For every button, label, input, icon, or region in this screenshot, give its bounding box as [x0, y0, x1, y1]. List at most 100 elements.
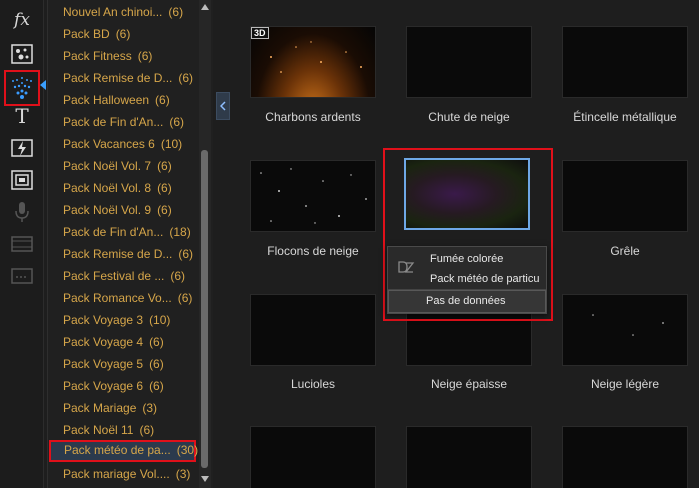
category-item[interactable]: Pack mariage Vol.... (3) [63, 464, 190, 484]
transition-icon[interactable] [6, 134, 38, 162]
category-label: Pack Voyage 4 [63, 335, 144, 349]
category-count: (6) [178, 71, 194, 85]
category-item[interactable]: Nouvel An chinoi... (6) [63, 2, 183, 22]
category-item[interactable]: Pack Romance Vo... (6) [63, 288, 192, 308]
category-item[interactable]: Pack Voyage 3 (10) [63, 310, 170, 330]
category-label: Pack Voyage 5 [63, 357, 144, 371]
category-count: (6) [157, 203, 172, 217]
category-label: Pack Voyage 3 [63, 313, 144, 327]
category-item[interactable]: Pack BD (6) [63, 24, 130, 44]
category-item[interactable]: Pack Remise de D... (6) [63, 244, 193, 264]
category-count: (18) [169, 225, 191, 239]
category-item[interactable]: Pack Remise de D... (6) [63, 68, 193, 88]
category-label: Pack Noël 11 [63, 423, 134, 437]
fx-dz-icon [397, 260, 415, 277]
category-count: (3) [175, 467, 191, 481]
category-count: (10) [160, 137, 183, 151]
effect-thumbnail-selected[interactable] [404, 158, 530, 230]
category-list: Nouvel An chinoi... (6) Pack BD (6) Pack F… [47, 0, 213, 488]
subtitle-icon [6, 262, 38, 290]
category-label: Nouvel An chinoi... [63, 5, 163, 19]
category-item[interactable]: Pack de Fin d'An... (18) [63, 222, 191, 242]
category-count: (10) [149, 313, 171, 327]
effect-thumbnail[interactable] [250, 294, 376, 366]
effect-label: Neige épaisse [430, 377, 508, 391]
category-label: Pack Mariage [63, 401, 137, 415]
category-label: Pack Remise de D... [63, 247, 173, 261]
category-item[interactable]: Pack Mariage (3) [63, 398, 157, 418]
category-label: Pack Remise de D... [63, 71, 173, 85]
effect-thumbnail[interactable] [406, 26, 532, 98]
category-item[interactable]: Pack Noël 11 (6) [63, 420, 154, 440]
category-label: Pack météo de pa... [64, 443, 171, 457]
category-label: Pack BD [63, 27, 110, 41]
scroll-up-icon[interactable] [201, 4, 209, 10]
effects-grid: 3D Charbons ardents Chute de neige Étinc… [232, 0, 699, 488]
category-count: (6) [115, 27, 131, 41]
effect-thumbnail[interactable] [250, 426, 376, 488]
category-count: (6) [149, 335, 164, 349]
effect-thumbnail[interactable] [406, 426, 532, 488]
context-menu: Fumée colorée Pack météo de particu Pas … [387, 246, 547, 314]
fx-icon[interactable]: fx [6, 6, 38, 34]
effect-label: Flocons de neige [267, 244, 359, 258]
category-item[interactable]: Pack Festival de ... (6) [63, 266, 185, 286]
category-item[interactable]: Pack Vacances 6 (10) [63, 134, 182, 154]
scroll-down-icon[interactable] [201, 476, 209, 482]
title-icon[interactable]: T [6, 102, 38, 130]
category-scrollbar[interactable] [199, 0, 211, 488]
category-item[interactable]: Pack Noël Vol. 9 (6) [63, 200, 172, 220]
effect-thumbnail[interactable]: 3D [250, 26, 376, 98]
menu-item-effect-name[interactable]: Fumée colorée [430, 253, 503, 265]
category-item[interactable]: Pack Voyage 6 (6) [63, 376, 164, 396]
particle-icon[interactable] [4, 70, 40, 106]
category-label: Pack Noël Vol. 9 [63, 203, 152, 217]
category-count: (6) [168, 5, 184, 19]
microphone-icon [6, 198, 38, 226]
category-label: Pack Noël Vol. 7 [63, 159, 152, 173]
menu-item-no-data[interactable]: Pas de données [388, 290, 546, 313]
category-label: Pack de Fin d'An... [63, 225, 164, 239]
category-count: (6) [157, 159, 172, 173]
effect-thumbnail[interactable] [562, 426, 688, 488]
category-item[interactable]: Pack Voyage 4 (6) [63, 332, 164, 352]
effect-thumbnail[interactable] [250, 160, 376, 232]
category-label: Pack Noël Vol. 8 [63, 181, 152, 195]
effect-label: Lucioles [290, 377, 336, 391]
category-item[interactable]: Pack Halloween (6) [63, 90, 170, 110]
pip-icon[interactable] [6, 166, 38, 194]
category-item[interactable]: Pack Noël Vol. 7 (6) [63, 156, 172, 176]
effect-label: Charbons ardents [265, 110, 361, 124]
category-count: (6) [149, 357, 164, 371]
category-count: (6) [170, 269, 186, 283]
category-label: Pack Festival de ... [63, 269, 165, 283]
collapse-panel-button[interactable] [216, 92, 230, 120]
category-item-selected[interactable]: Pack météo de pa... (30) [49, 440, 199, 462]
category-item[interactable]: Pack Voyage 5 (6) [63, 354, 164, 374]
effect-label: Neige légère [590, 377, 660, 391]
effect-label: Étincelle métallique [573, 110, 677, 124]
category-count: (6) [177, 291, 193, 305]
effect-thumbnail[interactable] [562, 294, 688, 366]
category-item[interactable]: Pack de Fin d'An... (6) [63, 112, 184, 132]
category-count: (6) [137, 49, 153, 63]
category-label: Pack Fitness [63, 49, 132, 63]
menu-item-pack-name[interactable]: Pack météo de particu [430, 273, 539, 285]
active-tool-indicator [40, 80, 46, 90]
left-toolbar: fx T [0, 0, 46, 488]
effects-grid-icon[interactable] [6, 40, 38, 68]
category-count: (6) [169, 115, 185, 129]
category-label: Pack Voyage 6 [63, 379, 144, 393]
category-label: Pack Romance Vo... [63, 291, 172, 305]
category-count: (3) [142, 401, 158, 415]
category-label: Pack de Fin d'An... [63, 115, 164, 129]
scroll-thumb[interactable] [201, 150, 208, 468]
effect-thumbnail[interactable] [562, 160, 688, 232]
category-item[interactable]: Pack Noël Vol. 8 (6) [63, 178, 172, 198]
category-count: (30) [176, 443, 199, 457]
category-label: Pack mariage Vol.... [63, 467, 170, 481]
effect-thumbnail[interactable] [562, 26, 688, 98]
chapter-icon [6, 230, 38, 258]
effect-label: Grêle [610, 244, 640, 258]
category-item[interactable]: Pack Fitness (6) [63, 46, 152, 66]
